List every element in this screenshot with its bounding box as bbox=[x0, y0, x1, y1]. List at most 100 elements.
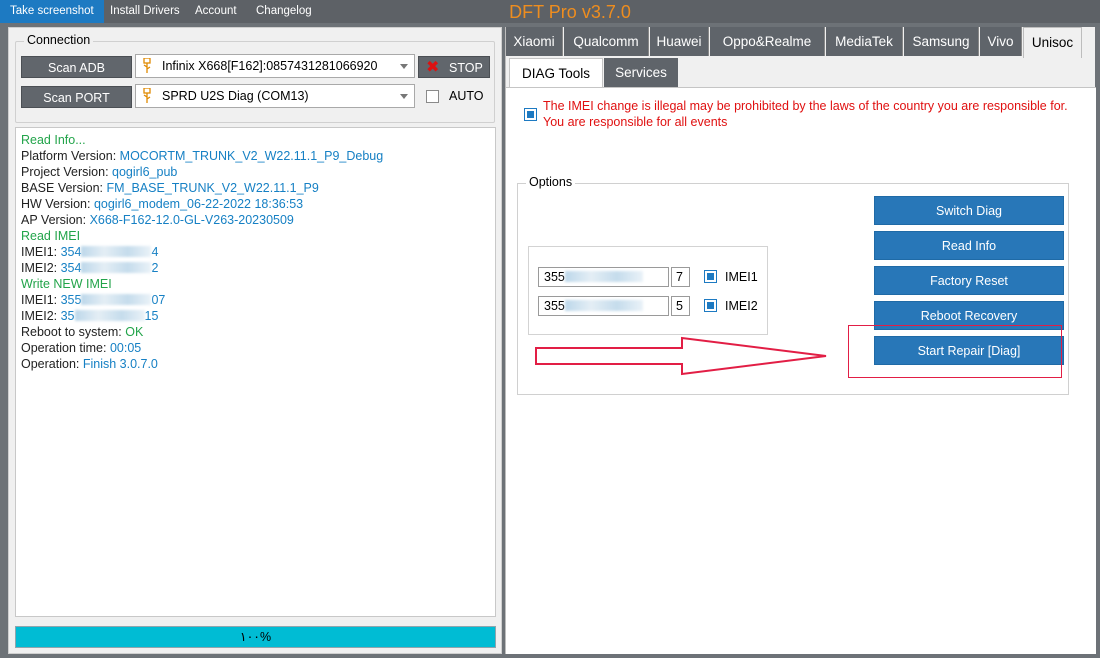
imei2-value: 355 bbox=[544, 299, 565, 313]
imei2-label: IMEI2 bbox=[725, 299, 758, 313]
log-line: Project Version: qogirl6_pub bbox=[21, 164, 490, 180]
port-device-select[interactable]: SPRD U2S Diag (COM13) bbox=[135, 84, 415, 108]
log-label: HW Version: bbox=[21, 197, 94, 211]
log-label: Write NEW IMEI bbox=[21, 277, 112, 291]
imei1-check-digit[interactable]: 7 bbox=[671, 267, 690, 287]
redacted-blur bbox=[81, 294, 152, 305]
progress-text: ١٠٠% bbox=[239, 630, 272, 644]
annotation-arrow-icon bbox=[535, 336, 827, 376]
imei2-input[interactable]: 355 bbox=[538, 296, 669, 316]
redacted-blur bbox=[81, 262, 152, 273]
imei1-checkbox[interactable] bbox=[704, 270, 717, 283]
log-line: Reboot to system: OK bbox=[21, 324, 490, 340]
log-label: BASE Version: bbox=[21, 181, 107, 195]
log-label: IMEI1: bbox=[21, 245, 61, 259]
annotation-highlight-box bbox=[848, 325, 1062, 378]
imei1-value: 355 bbox=[544, 270, 565, 284]
tab-oppo-realme[interactable]: Oppo&Realme bbox=[710, 27, 825, 56]
tab-xiaomi[interactable]: Xiaomi bbox=[506, 27, 563, 56]
log-label: Read Info... bbox=[21, 133, 86, 147]
tab-samsung[interactable]: Samsung bbox=[904, 27, 979, 56]
log-value: MOCORTM_TRUNK_V2_W22.11.1_P9_Debug bbox=[119, 149, 384, 163]
imei1-label: IMEI1 bbox=[725, 270, 758, 284]
log-label: Operation time: bbox=[21, 341, 110, 355]
log-value-end: 15 bbox=[144, 309, 159, 323]
chevron-down-icon bbox=[400, 94, 408, 99]
redacted-blur bbox=[74, 310, 145, 321]
right-panel: Xiaomi Qualcomm Huawei Oppo&Realme Media… bbox=[505, 27, 1096, 654]
log-label: IMEI1: bbox=[21, 293, 61, 307]
log-value: 00:05 bbox=[109, 341, 142, 355]
tab-huawei[interactable]: Huawei bbox=[650, 27, 709, 56]
redacted-blur bbox=[81, 246, 152, 257]
tab-services[interactable]: Services bbox=[604, 58, 678, 87]
tab-diag-tools[interactable]: DIAG Tools bbox=[509, 58, 603, 88]
log-label: Platform Version: bbox=[21, 149, 120, 163]
imei2-checkbox[interactable] bbox=[704, 299, 717, 312]
connection-legend: Connection bbox=[24, 33, 94, 47]
log-value: Finish 3.0.7.0 bbox=[82, 357, 158, 371]
left-panel: Connection Scan ADB Infinix X668[F162]:0… bbox=[8, 27, 502, 654]
auto-label: AUTO bbox=[449, 89, 484, 103]
read-info-button[interactable]: Read Info bbox=[874, 231, 1064, 260]
top-menu-bar: Take screenshot Install Drivers Account … bbox=[0, 0, 1100, 23]
log-line: IMEI2: 354 2 bbox=[21, 260, 490, 276]
log-line: Write NEW IMEI bbox=[21, 276, 490, 292]
log-label: Operation: bbox=[21, 357, 83, 371]
tab-unisoc[interactable]: Unisoc bbox=[1023, 27, 1082, 58]
log-output[interactable]: Read Info... Platform Version: MOCORTM_TR… bbox=[15, 127, 496, 617]
log-line: BASE Version: FM_BASE_TRUNK_V2_W22.11.1_… bbox=[21, 180, 490, 196]
auto-checkbox[interactable] bbox=[426, 90, 439, 103]
warning-text: The IMEI change is illegal may be prohib… bbox=[543, 99, 1068, 129]
warning-checkbox[interactable] bbox=[524, 108, 537, 121]
connection-group: Connection Scan ADB Infinix X668[F162]:0… bbox=[15, 33, 495, 123]
log-value: OK bbox=[125, 325, 144, 339]
log-line: AP Version: X668-F162-12.0-GL-V263-20230… bbox=[21, 212, 490, 228]
log-value-start: 354 bbox=[60, 245, 82, 259]
log-value-start: 35 bbox=[60, 309, 75, 323]
usb-icon bbox=[143, 58, 151, 73]
log-value-start: 355 bbox=[60, 293, 82, 307]
log-label: AP Version: bbox=[21, 213, 90, 227]
stop-button[interactable]: ✖ STOP bbox=[418, 56, 490, 78]
log-line: Operation time: 00:05 bbox=[21, 340, 490, 356]
adb-device-value: Infinix X668[F162]:0857431281066920 bbox=[162, 59, 378, 73]
log-line: Operation: Finish 3.0.7.0 bbox=[21, 356, 490, 372]
log-value: FM_BASE_TRUNK_V2_W22.11.1_P9 bbox=[106, 181, 319, 195]
log-line: IMEI1: 355 07 bbox=[21, 292, 490, 308]
stop-label: STOP bbox=[449, 61, 483, 75]
log-value: X668-F162-12.0-GL-V263-20230509 bbox=[89, 213, 294, 227]
port-device-value: SPRD U2S Diag (COM13) bbox=[162, 89, 309, 103]
diag-tools-content: The IMEI change is illegal may be prohib… bbox=[506, 87, 1096, 654]
progress-bar: ١٠٠% bbox=[15, 626, 496, 648]
close-icon: ✖ bbox=[426, 59, 440, 76]
log-label: IMEI2: bbox=[21, 309, 61, 323]
log-label: Read IMEI bbox=[21, 229, 81, 243]
log-value-end: 07 bbox=[151, 293, 166, 307]
log-line: Read IMEI bbox=[21, 228, 490, 244]
tab-vivo[interactable]: Vivo bbox=[980, 27, 1022, 56]
log-line: HW Version: qogirl6_modem_06-22-2022 18:… bbox=[21, 196, 490, 212]
log-value-end: 4 bbox=[151, 245, 159, 259]
tab-mediatek[interactable]: MediaTek bbox=[826, 27, 903, 56]
imei-box: 355 7 IMEI1 355 5 IMEI2 bbox=[528, 246, 768, 335]
switch-diag-button[interactable]: Switch Diag bbox=[874, 196, 1064, 225]
imei2-check-digit[interactable]: 5 bbox=[671, 296, 690, 316]
log-label: Project Version: bbox=[21, 165, 113, 179]
log-value: qogirl6_modem_06-22-2022 18:36:53 bbox=[93, 197, 304, 211]
scan-adb-button[interactable]: Scan ADB bbox=[21, 56, 132, 78]
tab-qualcomm[interactable]: Qualcomm bbox=[564, 27, 649, 56]
scan-port-button[interactable]: Scan PORT bbox=[21, 86, 132, 108]
log-line: Read Info... bbox=[21, 132, 490, 148]
log-line: Platform Version: MOCORTM_TRUNK_V2_W22.1… bbox=[21, 148, 490, 164]
log-line: IMEI1: 354 4 bbox=[21, 244, 490, 260]
log-line: IMEI2: 35 15 bbox=[21, 308, 490, 324]
usb-icon bbox=[143, 88, 151, 103]
factory-reset-button[interactable]: Factory Reset bbox=[874, 266, 1064, 295]
log-label: Reboot to system: bbox=[21, 325, 126, 339]
log-value-end: 2 bbox=[151, 261, 159, 275]
log-value: qogirl6_pub bbox=[112, 165, 178, 179]
imei1-input[interactable]: 355 bbox=[538, 267, 669, 287]
adb-device-select[interactable]: Infinix X668[F162]:0857431281066920 bbox=[135, 54, 415, 78]
chevron-down-icon bbox=[400, 64, 408, 69]
